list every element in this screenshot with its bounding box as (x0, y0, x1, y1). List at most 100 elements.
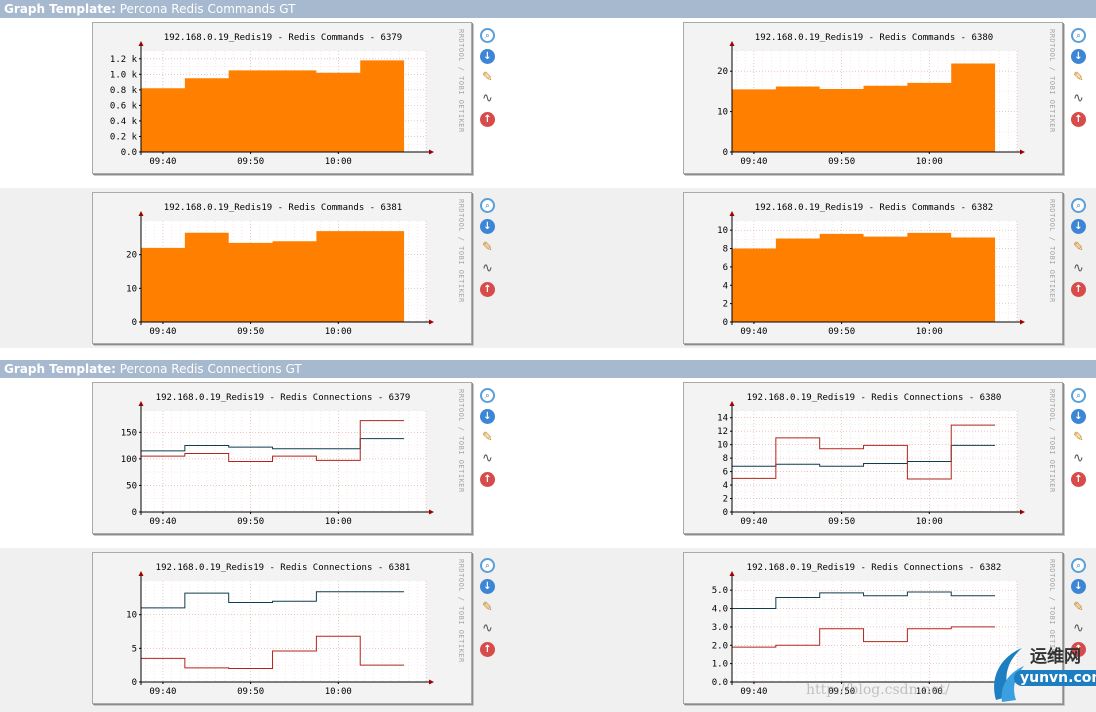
y-tick-label: 50 (126, 481, 137, 491)
y-tick-label: 150 (121, 428, 137, 438)
graph-actions: ⌕ ↓ ✎ ∿ ↑ (480, 558, 498, 663)
download-icon[interactable]: ↓ (480, 409, 495, 424)
graph-canvas: 192.168.0.19_Redis19 - Redis Connections… (126, 559, 465, 697)
graph-icon[interactable]: ∿ (1071, 91, 1086, 106)
x-tick-label: 09:40 (149, 327, 176, 337)
zoom-icon[interactable]: ⌕ (480, 388, 495, 403)
move-up-icon[interactable]: ↑ (480, 642, 495, 657)
move-up-icon[interactable]: ↑ (480, 472, 495, 487)
x-tick-label: 10:00 (325, 687, 352, 697)
graph-icon[interactable]: ∿ (480, 261, 495, 276)
x-tick-label: 10:00 (916, 327, 943, 337)
download-icon[interactable]: ↓ (480, 219, 495, 234)
edit-icon[interactable]: ✎ (1071, 430, 1086, 445)
graph-icon[interactable]: ∿ (480, 621, 495, 636)
zoom-icon[interactable]: ⌕ (480, 558, 495, 573)
move-up-icon[interactable]: ↑ (1071, 112, 1086, 127)
graph-title: 192.168.0.19_Redis19 - Redis Connections… (156, 563, 411, 573)
rrdtool-credit: RRDTOOL / TOBI OETIKER (457, 29, 465, 133)
graph-actions: ⌕ ↓ ✎ ∿ ↑ (480, 28, 498, 133)
zoom-icon[interactable]: ⌕ (480, 198, 495, 213)
y-tick-label: 4 (723, 281, 728, 291)
download-icon[interactable]: ↓ (480, 49, 495, 64)
edit-icon[interactable]: ✎ (480, 240, 495, 255)
rrdtool-credit: RRDTOOL / TOBI OETIKER (1048, 29, 1056, 133)
y-tick-label: 10 (126, 284, 137, 294)
x-tick-label: 10:00 (325, 327, 352, 337)
download-icon[interactable]: ↓ (1071, 409, 1086, 424)
edit-icon[interactable]: ✎ (1071, 70, 1086, 85)
zoom-icon[interactable]: ⌕ (1071, 558, 1086, 573)
graph-icon[interactable]: ∿ (480, 451, 495, 466)
rrd-graph[interactable]: 192.168.0.19_Redis19 - Redis Connections… (92, 382, 472, 534)
x-tick-label: 09:50 (828, 327, 855, 337)
edit-icon[interactable]: ✎ (480, 430, 495, 445)
rrd-graph[interactable]: 192.168.0.19_Redis19 - Redis Connections… (683, 382, 1063, 534)
zoom-icon[interactable]: ⌕ (1071, 388, 1086, 403)
graph-icon[interactable]: ∿ (1071, 261, 1086, 276)
graph-actions: ⌕ ↓ ✎ ∿ ↑ (480, 388, 498, 493)
zoom-icon[interactable]: ⌕ (1071, 28, 1086, 43)
x-tick-label: 10:00 (325, 517, 352, 527)
x-tick-label: 10:00 (916, 517, 943, 527)
site-logo: 运维网 yunvn.com (988, 640, 1096, 710)
graph-title: 192.168.0.19_Redis19 - Redis Commands - … (755, 203, 993, 213)
y-tick-label: 12 (717, 427, 728, 437)
download-icon[interactable]: ↓ (1071, 49, 1086, 64)
graph-template-header: Graph Template: Percona Redis Connection… (0, 360, 1096, 378)
y-tick-label: 5 (132, 644, 137, 654)
move-up-icon[interactable]: ↑ (480, 282, 495, 297)
y-tick-label: 20 (126, 251, 137, 261)
rrdtool-credit: RRDTOOL / TOBI OETIKER (1048, 389, 1056, 493)
rrd-graph[interactable]: 192.168.0.19_Redis19 - Redis Commands - … (683, 192, 1063, 344)
y-axis-arrow (729, 401, 735, 406)
y-tick-label: 0.0 (712, 678, 728, 688)
rrd-graph[interactable]: 192.168.0.19_Redis19 - Redis Commands - … (92, 22, 472, 174)
y-tick-label: 0.2 k (110, 132, 138, 142)
graph-icon[interactable]: ∿ (1071, 621, 1086, 636)
move-up-icon[interactable]: ↑ (1071, 472, 1086, 487)
x-tick-label: 09:40 (740, 327, 767, 337)
edit-icon[interactable]: ✎ (480, 600, 495, 615)
download-icon[interactable]: ↓ (480, 579, 495, 594)
y-tick-label: 100 (121, 455, 137, 465)
y-tick-label: 14 (717, 414, 728, 424)
y-tick-label: 10 (126, 611, 137, 621)
x-axis-arrow (1020, 149, 1025, 155)
x-tick-label: 09:50 (828, 157, 855, 167)
graph-actions: ⌕ ↓ ✎ ∿ ↑ (1071, 28, 1089, 133)
x-tick-label: 09:50 (237, 327, 264, 337)
y-tick-label: 0 (132, 678, 137, 688)
rrdtool-credit: RRDTOOL / TOBI OETIKER (457, 389, 465, 493)
edit-icon[interactable]: ✎ (1071, 600, 1086, 615)
graph-icon[interactable]: ∿ (1071, 451, 1086, 466)
edit-icon[interactable]: ✎ (1071, 240, 1086, 255)
y-tick-label: 3.0 (712, 623, 728, 633)
y-tick-label: 4 (723, 481, 728, 491)
graph-title: 192.168.0.19_Redis19 - Redis Commands - … (164, 33, 402, 43)
move-up-icon[interactable]: ↑ (1071, 282, 1086, 297)
x-tick-label: 09:50 (237, 517, 264, 527)
edit-icon[interactable]: ✎ (480, 70, 495, 85)
x-tick-label: 09:40 (149, 157, 176, 167)
x-axis-arrow (1020, 509, 1025, 515)
graph-canvas: 192.168.0.19_Redis19 - Redis Commands - … (126, 199, 465, 337)
x-tick-label: 09:40 (740, 157, 767, 167)
zoom-icon[interactable]: ⌕ (1071, 198, 1086, 213)
zoom-icon[interactable]: ⌕ (480, 28, 495, 43)
y-tick-label: 10 (717, 226, 728, 236)
section-label: Graph Template: (4, 362, 116, 376)
download-icon[interactable]: ↓ (1071, 579, 1086, 594)
x-tick-label: 09:50 (237, 687, 264, 697)
move-up-icon[interactable]: ↑ (480, 112, 495, 127)
y-tick-label: 6 (723, 263, 728, 273)
logo-en-text: yunvn.com (1014, 670, 1096, 686)
rrd-graph[interactable]: 192.168.0.19_Redis19 - Redis Commands - … (92, 192, 472, 344)
rrd-graph[interactable]: 192.168.0.19_Redis19 - Redis Connections… (92, 552, 472, 704)
y-tick-label: 0.8 k (110, 86, 138, 96)
x-axis-arrow (429, 509, 434, 515)
rrd-graph[interactable]: 192.168.0.19_Redis19 - Redis Commands - … (683, 22, 1063, 174)
y-tick-label: 0.6 k (110, 101, 138, 111)
graph-icon[interactable]: ∿ (480, 91, 495, 106)
download-icon[interactable]: ↓ (1071, 219, 1086, 234)
